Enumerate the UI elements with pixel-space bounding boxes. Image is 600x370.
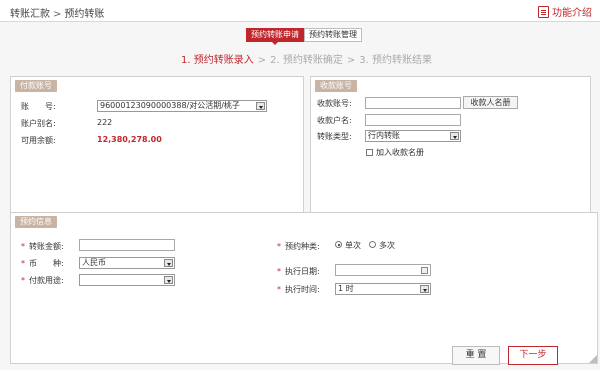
required-marker: * xyxy=(277,285,281,294)
chevron-down-icon xyxy=(450,132,459,140)
payee-account-input[interactable] xyxy=(365,97,461,109)
kind-multi-label: 多次 xyxy=(379,241,395,250)
payee-name-label: 收款户名: xyxy=(317,116,352,125)
payer-account-value: 96000123090000388/对公活期/桃子 xyxy=(100,101,240,110)
step-3: 3. 预约转账结果 xyxy=(359,55,432,66)
step-arrow: > xyxy=(346,55,356,66)
required-marker: * xyxy=(21,259,25,268)
payer-alias-value: 222 xyxy=(97,118,113,127)
time-value: 1 时 xyxy=(338,284,354,293)
required-marker: * xyxy=(277,242,281,251)
purpose-label: * 付款用途: xyxy=(21,275,64,286)
step-1: 1. 预约转账录入 xyxy=(181,55,254,66)
date-input[interactable] xyxy=(335,264,431,276)
amount-label: * 转账金额: xyxy=(21,241,64,252)
amount-input[interactable] xyxy=(79,239,175,251)
currency-label: * 币 种: xyxy=(21,258,64,269)
payee-type-value: 行内转账 xyxy=(368,131,400,140)
tab-bar: 预约转账申请 预约转账管理 xyxy=(246,28,362,45)
kind-multi-radio[interactable] xyxy=(369,241,376,248)
payee-account-label: 收款账号: xyxy=(317,99,352,108)
chevron-down-icon xyxy=(420,285,429,293)
step-indicator: 1. 预约转账录入 >2. 预约转账确定 >3. 预约转账结果 xyxy=(181,51,432,66)
time-label-text: 执行时间: xyxy=(285,285,320,294)
payee-type-label: 转账类型: xyxy=(317,132,352,141)
required-marker: * xyxy=(21,276,25,285)
top-bar: 转账汇款 > 预约转账 功能介绍 xyxy=(0,0,600,22)
breadcrumb-item-transfer[interactable]: 转账汇款 xyxy=(10,9,50,20)
document-icon xyxy=(538,5,549,18)
date-label-text: 执行日期: xyxy=(285,267,320,276)
purpose-label-text: 付款用途: xyxy=(29,276,64,285)
payee-roster-button[interactable]: 收款人名册 xyxy=(463,96,518,109)
panel-corner xyxy=(589,355,597,363)
payee-name-input[interactable] xyxy=(365,114,461,126)
next-button[interactable]: 下一步 xyxy=(508,346,558,365)
booking-panel: 预约信息 * 转账金额: * 币 种: 人民币 * 付款用途: * 预约种类: 单次 多… xyxy=(10,212,598,364)
required-marker: * xyxy=(21,242,25,251)
chevron-down-icon xyxy=(256,102,265,110)
date-label: * 执行日期: xyxy=(277,266,320,277)
help-link[interactable]: 功能介绍 xyxy=(538,4,592,19)
time-select[interactable]: 1 时 xyxy=(335,283,431,295)
currency-label-text: 币 种: xyxy=(29,259,64,268)
breadcrumb: 转账汇款 > 预约转账 xyxy=(10,5,104,20)
currency-select[interactable]: 人民币 xyxy=(79,257,175,269)
kind-label-text: 预约种类: xyxy=(285,242,320,251)
payee-panel: 收款账号 收款账号: 收款人名册 收款户名: 转账类型: 行内转账 加入收款名册 xyxy=(310,76,591,224)
payer-balance-value: 12,380,278.00 xyxy=(97,135,162,144)
payer-balance-label: 可用余额: xyxy=(21,136,56,145)
breadcrumb-separator: > xyxy=(53,9,62,20)
currency-value: 人民币 xyxy=(82,258,106,267)
purpose-select[interactable] xyxy=(79,274,175,286)
main-content: 预约转账申请 预约转账管理 1. 预约转账录入 >2. 预约转账确定 >3. 预约转… xyxy=(0,22,600,370)
reset-button[interactable]: 重 置 xyxy=(452,346,500,365)
payer-alias-label: 账户别名: xyxy=(21,119,56,128)
tab-scheduled-apply[interactable]: 预约转账申请 xyxy=(246,28,304,45)
payer-panel: 付款账号 账 号: 96000123090000388/对公活期/桃子 账户别名… xyxy=(10,76,304,224)
booking-panel-title: 预约信息 xyxy=(15,216,57,228)
kind-single-label: 单次 xyxy=(345,241,361,250)
chevron-down-icon xyxy=(164,259,173,267)
calendar-icon[interactable] xyxy=(421,267,428,274)
required-marker: * xyxy=(277,267,281,276)
payee-panel-title: 收款账号 xyxy=(315,80,357,92)
kind-label: * 预约种类: xyxy=(277,241,320,252)
add-to-roster-checkbox[interactable] xyxy=(366,149,373,156)
payee-type-select[interactable]: 行内转账 xyxy=(365,130,461,142)
tab-scheduled-manage[interactable]: 预约转账管理 xyxy=(304,28,362,42)
chevron-down-icon xyxy=(164,276,173,284)
payer-account-label: 账 号: xyxy=(21,102,56,111)
payer-panel-title: 付款账号 xyxy=(15,80,57,92)
add-to-roster-label: 加入收款名册 xyxy=(376,148,424,157)
payer-account-select[interactable]: 96000123090000388/对公活期/桃子 xyxy=(97,100,267,112)
breadcrumb-item-scheduled: 预约转账 xyxy=(64,9,105,20)
time-label: * 执行时间: xyxy=(277,284,320,295)
amount-label-text: 转账金额: xyxy=(29,242,64,251)
kind-single-radio[interactable] xyxy=(335,241,342,248)
help-label: 功能介绍 xyxy=(552,8,592,19)
step-arrow: > xyxy=(257,55,267,66)
step-2: 2. 预约转账确定 xyxy=(270,55,343,66)
